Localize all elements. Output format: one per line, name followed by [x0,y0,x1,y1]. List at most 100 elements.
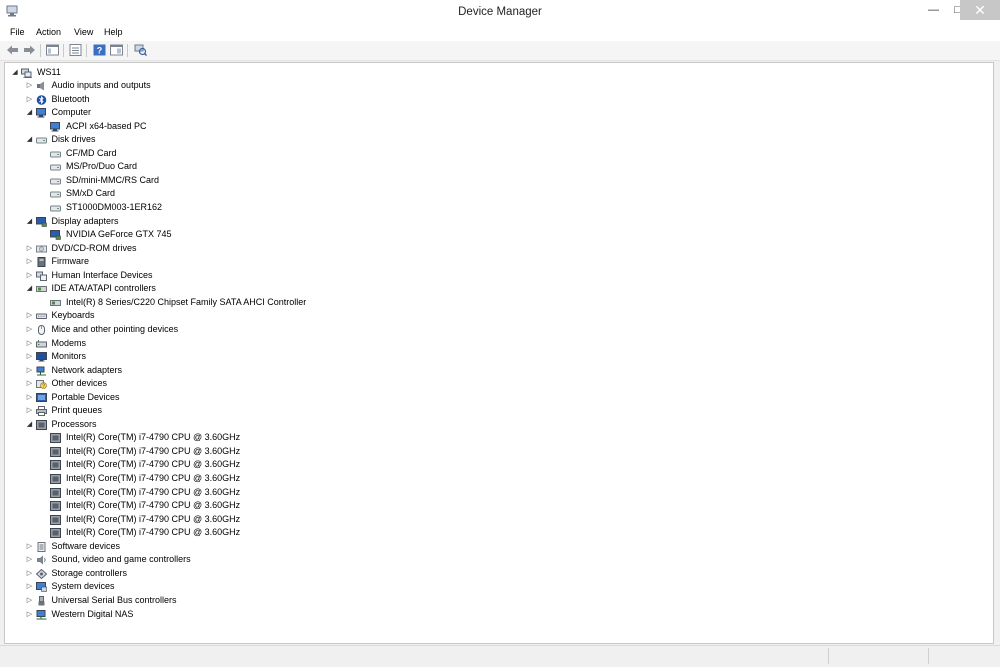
menu-file[interactable]: File [10,27,25,37]
expanded-arrow-icon[interactable]: ◢ [26,418,34,432]
expanded-arrow-icon[interactable]: ◢ [11,66,19,80]
device-tree-item[interactable]: Intel(R) Core(TM) i7-4790 CPU @ 3.60GHz [5,526,985,540]
collapsed-arrow-icon[interactable]: ▷ [26,377,34,391]
device-category[interactable]: ◢ Computer [5,106,985,120]
menu-help[interactable]: Help [104,27,123,37]
tree-item-label: Universal Serial Bus controllers [51,594,177,605]
device-category[interactable]: ▷ Portable Devices [5,391,985,405]
tree-item-label: Keyboards [51,310,95,321]
device-tree-item[interactable]: Intel(R) Core(TM) i7-4790 CPU @ 3.60GHz [5,458,985,472]
scan-hardware-icon[interactable] [134,44,147,56]
expanded-arrow-icon[interactable]: ◢ [26,106,34,120]
computer-icon [50,121,60,132]
device-tree-item[interactable]: Intel(R) Core(TM) i7-4790 CPU @ 3.60GHz [5,499,985,513]
expanded-arrow-icon[interactable]: ◢ [26,133,34,147]
device-category[interactable]: ◢ IDE ATA/ATAPI controllers [5,282,985,296]
device-category[interactable]: ◢ Disk drives [5,133,985,147]
device-tree-root[interactable]: ◢ WS11 [5,66,985,80]
collapsed-arrow-icon[interactable]: ▷ [26,309,34,323]
device-tree-item[interactable]: NVIDIA GeForce GTX 745 [5,228,985,242]
device-category[interactable]: ▷ Keyboards [5,309,985,323]
device-tree-item[interactable]: MS/Pro/Duo Card [5,160,985,174]
close-button[interactable]: ✕ [960,0,1000,20]
tree-item-label: Modems [51,337,87,348]
collapsed-arrow-icon[interactable]: ▷ [26,323,34,337]
device-tree-item[interactable]: Intel(R) 8 Series/C220 Chipset Family SA… [5,296,985,310]
device-category[interactable]: ▷? Other devices [5,377,985,391]
device-category[interactable]: ◢ Display adapters [5,215,985,229]
device-tree-item[interactable]: ACPI x64-based PC [5,120,985,134]
forward-arrow-icon[interactable] [23,44,36,56]
collapsed-arrow-icon[interactable]: ▷ [26,594,34,608]
collapsed-arrow-icon[interactable]: ▷ [26,79,34,93]
device-category[interactable]: ▷ Firmware [5,255,985,269]
tree-item-label: Intel(R) Core(TM) i7-4790 CPU @ 3.60GHz [66,445,241,456]
tree-item-label: Monitors [51,351,87,362]
bluetooth-icon [36,94,46,105]
device-tree-item[interactable]: Intel(R) Core(TM) i7-4790 CPU @ 3.60GHz [5,472,985,486]
device-category[interactable]: ▷ Western Digital NAS [5,608,985,622]
tree-item-label: ACPI x64-based PC [66,120,147,131]
action-pane-icon[interactable] [110,44,123,56]
back-arrow-icon[interactable] [6,44,19,56]
device-category[interactable]: ▷ Bluetooth [5,93,985,107]
collapsed-arrow-icon[interactable]: ▷ [26,364,34,378]
tree-item-label: Software devices [51,540,121,551]
minimize-button[interactable]: — [920,0,947,20]
collapsed-arrow-icon[interactable]: ▷ [26,540,34,554]
device-tree-item[interactable]: Intel(R) Core(TM) i7-4790 CPU @ 3.60GHz [5,431,985,445]
device-category[interactable]: ▷ Human Interface Devices [5,269,985,283]
device-category[interactable]: ▷ Network adapters [5,364,985,378]
collapsed-arrow-icon[interactable]: ▷ [26,350,34,364]
collapsed-arrow-icon[interactable]: ▷ [26,269,34,283]
device-category[interactable]: ▷ Storage controllers [5,567,985,581]
collapsed-arrow-icon[interactable]: ▷ [26,404,34,418]
expanded-arrow-icon[interactable]: ◢ [26,282,34,296]
vertical-scrollbar[interactable] [996,62,1000,642]
device-category[interactable]: ◢ Processors [5,418,985,432]
device-tree-item[interactable]: CF/MD Card [5,147,985,161]
collapsed-arrow-icon[interactable]: ▷ [26,567,34,581]
properties-icon[interactable] [69,44,82,56]
device-category[interactable]: ▷ DVD/CD-ROM drives [5,242,985,256]
collapsed-arrow-icon[interactable]: ▷ [26,608,34,622]
menu-view[interactable]: View [74,27,93,37]
collapsed-arrow-icon[interactable]: ▷ [26,337,34,351]
collapsed-arrow-icon[interactable]: ▷ [26,391,34,405]
device-category[interactable]: ▷ System devices [5,580,985,594]
collapsed-arrow-icon[interactable]: ▷ [26,93,34,107]
device-tree-item[interactable]: Intel(R) Core(TM) i7-4790 CPU @ 3.60GHz [5,513,985,527]
toolbar-separator [127,44,128,57]
mouse-icon [37,324,45,335]
disk-drive-icon [50,205,61,212]
collapsed-arrow-icon[interactable]: ▷ [26,580,34,594]
tree-item-label: Processors [51,418,97,429]
console-tree-icon[interactable] [46,44,59,56]
tree-item-label: Intel(R) Core(TM) i7-4790 CPU @ 3.60GHz [66,500,241,511]
device-category[interactable]: ▷ Print queues [5,404,985,418]
collapsed-arrow-icon[interactable]: ▷ [26,242,34,256]
device-category[interactable]: ▷ Audio inputs and outputs [5,79,985,93]
device-category[interactable]: ▷ Monitors [5,350,985,364]
help-icon[interactable]: ? [93,44,106,56]
device-tree-item[interactable]: SD/mini-MMC/RS Card [5,174,985,188]
title-bar[interactable]: Device Manager — □ ✕ [0,0,1000,25]
collapsed-arrow-icon[interactable]: ▷ [26,255,34,269]
processor-icon [50,460,61,471]
device-category[interactable]: ▷ Modems [5,337,985,351]
computer-icon [35,108,46,118]
disk-drive-icon [50,164,61,171]
device-tree-item[interactable]: Intel(R) Core(TM) i7-4790 CPU @ 3.60GHz [5,445,985,459]
collapsed-arrow-icon[interactable]: ▷ [26,553,34,567]
menu-action[interactable]: Action [36,27,61,37]
device-tree-pane[interactable]: ◢ WS11 ▷ Audio inputs and outputs ▷ Bluetooth… [4,62,994,644]
device-tree-item[interactable]: Intel(R) Core(TM) i7-4790 CPU @ 3.60GHz [5,486,985,500]
expanded-arrow-icon[interactable]: ◢ [26,215,34,229]
device-category[interactable]: ▷ Sound, video and game controllers [5,553,985,567]
device-category[interactable]: ▷ Universal Serial Bus controllers [5,594,985,608]
device-category[interactable]: ▷ Software devices [5,540,985,554]
monitor-icon [35,352,47,362]
device-tree-item[interactable]: ST1000DM003-1ER162 [5,201,985,215]
device-category[interactable]: ▷ Mice and other pointing devices [5,323,985,337]
device-tree-item[interactable]: SM/xD Card [5,187,985,201]
